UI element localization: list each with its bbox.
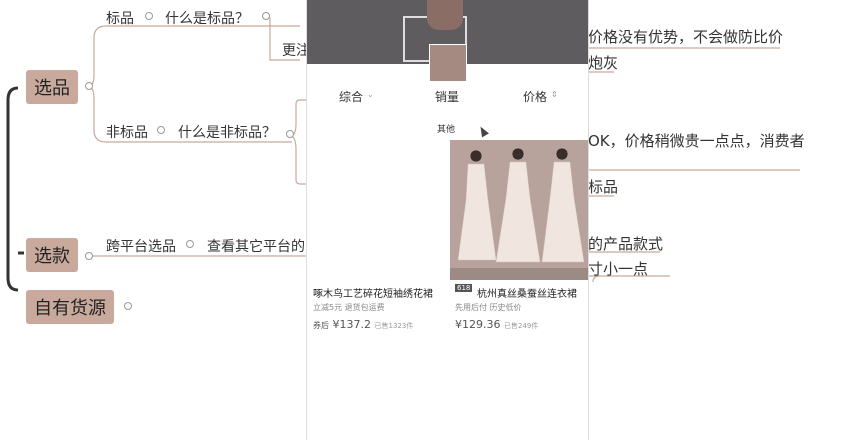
note-price-no-advantage[interactable]: 价格没有优势，不会做防比价 [588,26,783,47]
node-selection[interactable]: 选品 [26,70,78,104]
note-ok-price[interactable]: OK，价格稍微贵一点点，消费者 [588,130,805,151]
small-thumbnail[interactable] [429,44,467,82]
topic-cross-platform-handle[interactable] [186,240,194,248]
topic-standard[interactable]: 标品 [106,8,134,28]
topic-cross-platform[interactable]: 跨平台选品 [106,236,176,256]
topic-what-is-non-standard[interactable]: 什么是非标品？ [178,122,276,142]
topic-more-note[interactable]: 更注 [282,40,310,60]
sort-tabs: 综合 ⌄ 销量 价格 ⇕ [307,88,588,110]
topic-what-is-non-standard-handle[interactable] [286,130,294,138]
model-figure [427,0,463,30]
topic-what-is-standard-handle[interactable] [262,12,270,20]
sort-arrow-icon: ⇕ [551,90,558,99]
product-2-price: ¥129.36 [455,318,501,331]
topic-what-is-standard[interactable]: 什么是标品？ [165,8,249,28]
node-selection-handle[interactable] [85,82,93,90]
topic-standard-handle[interactable] [145,12,153,20]
note-product-style[interactable]: 的产品款式 [588,233,663,254]
node-own-source[interactable]: 自有货源 [26,290,114,324]
node-own-source-handle[interactable] [124,302,132,310]
mouse-cursor-icon [477,124,489,138]
dress-models-illustration [450,140,588,280]
product-2-sales: 已售249件 [504,322,539,330]
product-2-title[interactable]: 杭州真丝桑蚕丝连衣裙 [477,285,587,300]
product-1-price: ¥137.2 [332,318,372,331]
topic-view-other-platforms[interactable]: 查看其它平台的 [207,236,305,256]
product-2-image[interactable] [450,140,588,280]
sub-tab-other[interactable]: 其他 [437,122,455,135]
product-1-sales: 已售1323件 [374,322,414,330]
tab-sales[interactable]: 销量 [435,88,459,105]
node-styles[interactable]: 选款 [26,238,78,272]
tab-price[interactable]: 价格 [523,88,547,105]
product-2-meta: 先用后付 历史低价 [455,303,522,312]
product-2-badge: 618 [455,284,473,292]
note-small[interactable]: 寸小一点 [588,258,648,279]
note-burn[interactable]: 炮灰 [588,52,618,73]
topic-non-standard[interactable]: 非标品 [106,122,148,142]
node-styles-handle[interactable] [85,252,93,260]
tab-comprehensive[interactable]: 综合 [339,88,363,105]
product-1-meta: 立减5元 退货包运费 [313,303,385,312]
product-1-price-prefix: 券后 [313,321,329,330]
chevron-down-icon: ⌄ [367,90,374,99]
note-standard[interactable]: 标品 [588,176,618,197]
topic-non-standard-handle[interactable] [157,126,165,134]
product-1-title[interactable]: 啄木鸟工艺碎花短袖绣花裙 [313,285,441,300]
